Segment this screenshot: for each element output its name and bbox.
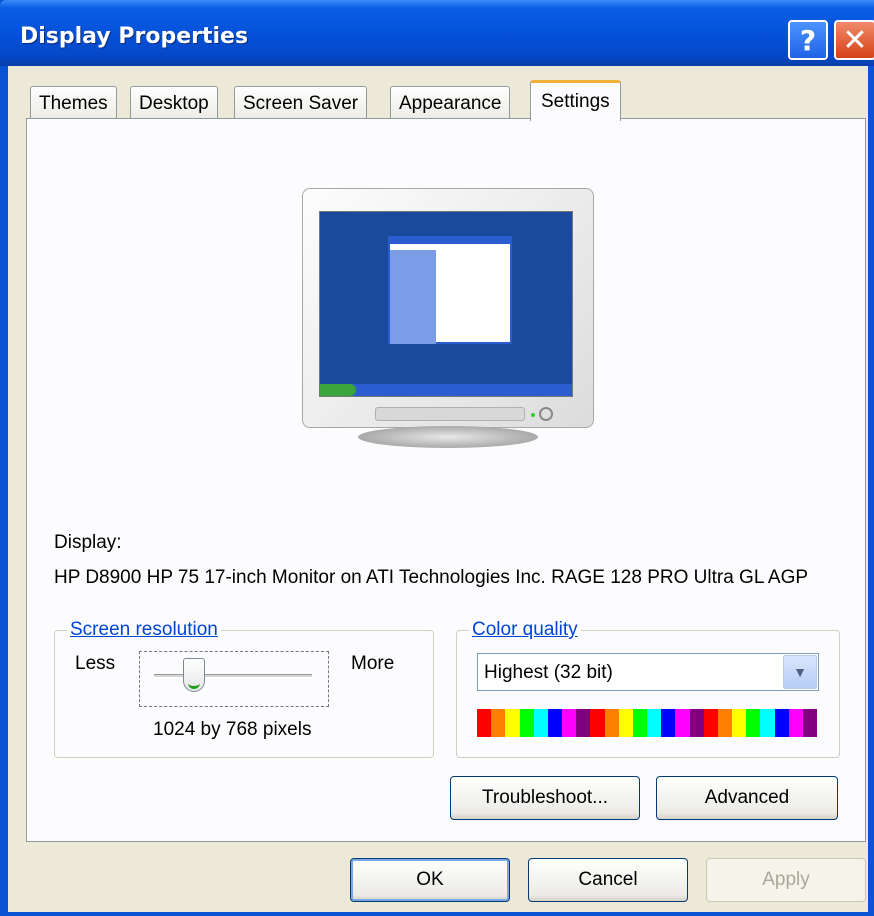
screen-resolution-group: Screen resolution Less More 1024 by 768 … (54, 619, 434, 758)
color-quality-value: Highest (32 bit) (484, 662, 613, 683)
spectrum-swatch (477, 709, 492, 737)
color-quality-legend: Color quality (469, 619, 581, 641)
tab-settings[interactable]: Settings (530, 80, 621, 121)
spectrum-swatch (533, 709, 548, 737)
spectrum-swatch (661, 709, 676, 737)
spectrum-swatch (703, 709, 718, 737)
monitor-bezel (375, 407, 525, 421)
color-quality-group: Color quality Highest (32 bit) ▼ (456, 619, 840, 758)
resolution-slider[interactable] (139, 651, 329, 707)
display-description: HP D8900 HP 75 17-inch Monitor on ATI Te… (54, 567, 809, 588)
spectrum-swatch (519, 709, 534, 737)
spectrum-swatch (788, 709, 803, 737)
help-button[interactable]: ? (788, 20, 828, 60)
spectrum-swatch (576, 709, 591, 737)
slider-track (154, 674, 312, 678)
preview-window (388, 236, 512, 344)
slider-thumb[interactable] (182, 658, 205, 692)
spectrum-swatch (547, 709, 563, 737)
window-title: Display Properties (20, 24, 249, 49)
preview-start-button (320, 384, 356, 396)
ok-button[interactable]: OK (350, 858, 510, 902)
power-led-icon (531, 413, 535, 417)
spectrum-swatch (562, 709, 577, 737)
tab-desktop[interactable]: Desktop (130, 86, 218, 120)
spectrum-swatch (760, 709, 775, 737)
spectrum-swatch (802, 709, 818, 737)
resolution-value: 1024 by 768 pixels (153, 719, 312, 740)
display-label: Display: (54, 532, 122, 553)
less-label: Less (75, 653, 116, 674)
spectrum-swatch (717, 709, 733, 737)
chevron-down-icon[interactable]: ▼ (783, 655, 817, 689)
spectrum-swatch (590, 709, 605, 737)
spectrum-swatch (689, 709, 704, 737)
spectrum-swatch (604, 709, 619, 737)
spectrum-swatch (675, 709, 690, 737)
cancel-button[interactable]: Cancel (528, 858, 688, 902)
spectrum-swatch (732, 709, 747, 737)
monitor-stand (358, 426, 538, 448)
tab-themes[interactable]: Themes (30, 86, 117, 120)
power-button-icon (539, 407, 553, 421)
spectrum-swatch (647, 709, 662, 737)
help-icon: ? (799, 23, 817, 57)
monitor-preview-image (302, 188, 594, 428)
spectrum-swatch (746, 709, 761, 737)
more-label: More (351, 653, 395, 674)
apply-button[interactable]: Apply (706, 858, 866, 902)
preview-taskbar (320, 384, 572, 396)
troubleshoot-button[interactable]: Troubleshoot... (450, 776, 640, 820)
spectrum-swatch (618, 709, 633, 737)
close-icon: ✕ (842, 22, 868, 58)
tab-screen-saver[interactable]: Screen Saver (234, 86, 368, 120)
color-spectrum-bar (477, 709, 818, 737)
advanced-button[interactable]: Advanced (656, 776, 838, 820)
color-quality-select[interactable]: Highest (32 bit) ▼ (477, 653, 819, 691)
spectrum-swatch (632, 709, 648, 737)
title-bar[interactable]: Display Properties ? ✕ (0, 0, 874, 66)
monitor-screen (319, 211, 573, 397)
screen-resolution-legend: Screen resolution (67, 619, 221, 641)
spectrum-swatch (774, 709, 789, 737)
spectrum-swatch (491, 709, 506, 737)
close-button[interactable]: ✕ (834, 20, 874, 60)
spectrum-swatch (505, 709, 520, 737)
tab-appearance[interactable]: Appearance (390, 86, 511, 120)
